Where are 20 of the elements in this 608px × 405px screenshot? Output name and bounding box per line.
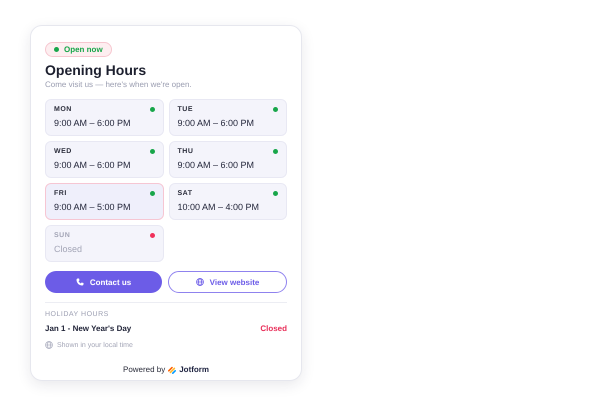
day-hours: 9:00 AM – 6:00 PM [178,160,256,170]
day-hours: 9:00 AM – 6:00 PM [54,118,132,128]
day-hours: 9:00 AM – 6:00 PM [54,160,132,170]
day-hours: Closed [54,244,84,254]
holiday-name: Jan 1 - New Year's Day [45,324,132,333]
globe-icon [45,341,53,349]
day-hours: 9:00 AM – 6:00 PM [178,118,256,128]
day-hours: 9:00 AM – 5:00 PM [54,202,132,212]
status-badge: Open now [45,42,112,57]
holiday-status: Closed [260,324,287,333]
globe-icon [196,278,204,286]
brand-name: Jotform [179,365,210,374]
subtitle: Come visit us — here's when we're open. [45,80,193,89]
powered-by-text: Powered by [122,365,166,374]
day-hours: 10:00 AM – 4:00 PM [178,202,260,212]
contact-button[interactable]: Contact us [45,271,162,293]
logo-icon [168,366,176,374]
title: Opening Hours [45,62,148,78]
phone-icon [76,278,84,286]
website-button[interactable]: View website [168,271,287,293]
